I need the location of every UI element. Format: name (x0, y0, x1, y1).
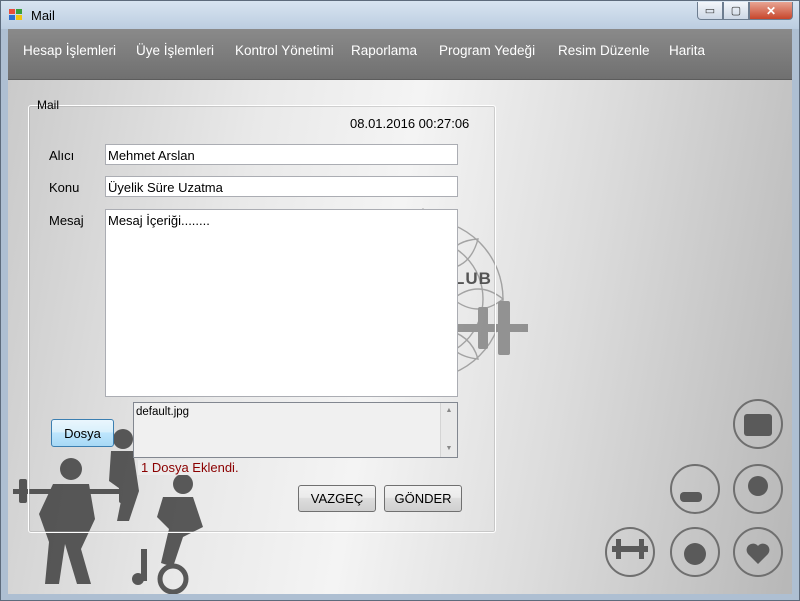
scroll-down-icon[interactable]: ▼ (441, 441, 457, 457)
menu-bar: Hesap İşlemleri Üye İşlemleri Kontrol Yö… (8, 29, 792, 80)
recipient-field[interactable]: Mehmet Arslan (105, 144, 458, 165)
datetime-label: 08.01.2016 00:27:06 (350, 116, 470, 131)
title-bar[interactable]: Mail ▭ ▢ ✕ (1, 1, 799, 29)
menu-item-raporlama[interactable]: Raporlama (351, 43, 417, 58)
message-textarea[interactable]: Mesaj İçeriği........ (105, 209, 458, 397)
scroll-up-icon[interactable]: ▲ (441, 403, 457, 419)
attachments-listbox[interactable]: default.jpg ▲ ▼ (133, 402, 458, 458)
recipient-label: Alıcı (49, 148, 75, 163)
groupbox-legend: Mail (37, 98, 60, 112)
attach-status-text: 1 Dosya Eklendi. (138, 460, 242, 475)
listbox-scrollbar[interactable]: ▲ ▼ (440, 403, 457, 457)
subject-field[interactable]: Üyelik Süre Uzatma (105, 176, 458, 197)
fitness-icons-group (605, 399, 783, 577)
send-button[interactable]: GÖNDER (384, 485, 462, 512)
close-button[interactable]: ✕ (749, 2, 793, 20)
subject-label: Konu (49, 180, 80, 195)
maximize-button[interactable]: ▢ (723, 2, 749, 20)
menu-item-kontrol-yonetimi[interactable]: Kontrol Yönetimi (235, 43, 334, 58)
client-area: Hesap İşlemleri Üye İşlemleri Kontrol Yö… (8, 29, 792, 594)
message-label: Mesaj (49, 213, 84, 228)
cancel-button[interactable]: VAZGEÇ (298, 485, 376, 512)
close-icon: ✕ (765, 3, 777, 18)
menu-item-hesap-islemleri[interactable]: Hesap İşlemleri (23, 43, 116, 58)
menu-item-harita[interactable]: Harita (669, 43, 705, 58)
menu-item-resim-duzenle[interactable]: Resim Düzenle (558, 43, 650, 58)
file-button[interactable]: Dosya (51, 419, 114, 447)
menu-item-uye-islemleri[interactable]: Üye İşlemleri (136, 43, 214, 58)
window-title: Mail (31, 8, 55, 23)
maximize-icon: ▢ (730, 5, 742, 17)
app-icon (9, 9, 23, 21)
minimize-icon: ▭ (704, 5, 716, 17)
minimize-button[interactable]: ▭ (697, 2, 723, 20)
exercise-bike-icon (670, 464, 720, 514)
menu-item-program-yedegi[interactable]: Program Yedeği (439, 43, 535, 58)
mail-window: Mail ▭ ▢ ✕ Hesap İşlemleri Üye İşlemleri… (0, 0, 800, 601)
list-item[interactable]: default.jpg (136, 406, 455, 418)
